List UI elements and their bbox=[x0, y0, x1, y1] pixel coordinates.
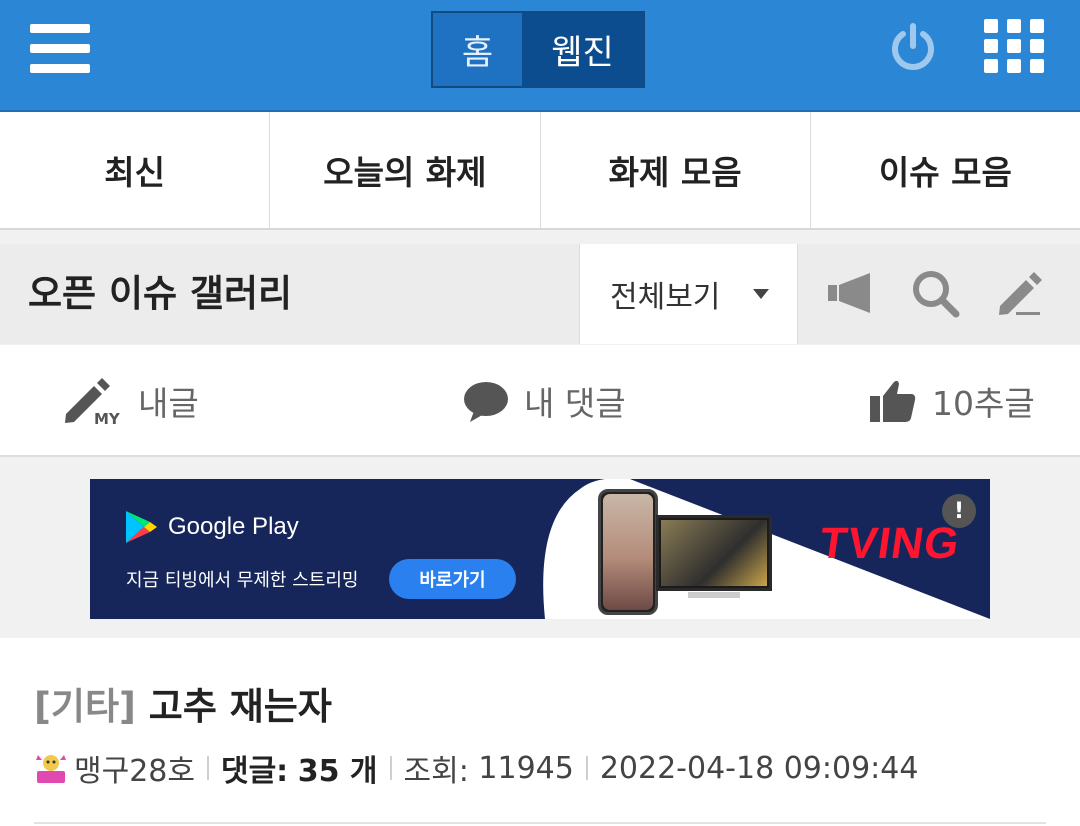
webzine-tab[interactable]: 웹진 bbox=[522, 13, 643, 86]
meta-divider bbox=[389, 756, 392, 780]
thumbs-up-icon bbox=[870, 380, 916, 422]
search-icon[interactable] bbox=[910, 268, 960, 318]
home-webzine-toggle: 홈 웹진 bbox=[431, 11, 645, 88]
ad-subtitle: 지금 티빙에서 무제한 스트리밍 bbox=[126, 570, 359, 591]
my-comments-label: 내 댓글 bbox=[524, 384, 626, 423]
google-play-icon bbox=[126, 511, 157, 543]
hamburger-menu-icon[interactable] bbox=[30, 24, 90, 74]
pencil-icon[interactable] bbox=[994, 268, 1044, 318]
post-category: [기타] bbox=[34, 685, 136, 728]
meta-divider bbox=[206, 756, 209, 780]
my-activity-row: MY 내글 내 댓글 10추글 bbox=[0, 345, 1080, 457]
ten-likes-link[interactable]: 10추글 bbox=[868, 345, 1035, 457]
tab-latest[interactable]: 최신 bbox=[0, 112, 269, 228]
post-title-text: 고추 재는자 bbox=[148, 685, 332, 728]
power-icon[interactable] bbox=[888, 22, 938, 72]
my-comments-link[interactable]: 내 댓글 bbox=[462, 345, 626, 457]
pencil-my-icon: MY bbox=[65, 378, 121, 426]
meta-divider bbox=[585, 756, 588, 780]
post-title: [기타] 고추 재는자 bbox=[34, 676, 332, 730]
tv-stand bbox=[688, 592, 740, 598]
filter-dropdown-value: 전체보기 bbox=[610, 280, 721, 315]
views-label: 조회: bbox=[403, 754, 469, 789]
gallery-title: 오픈 이슈 갤러리 bbox=[28, 272, 293, 315]
tab-today-topic[interactable]: 오늘의 화제 bbox=[269, 112, 539, 228]
megaphone-icon[interactable] bbox=[826, 268, 876, 318]
post-meta: 맹구28호 댓글: 35 개 조회: 11945 2022-04-18 09:0… bbox=[34, 746, 919, 790]
ad-cta-button[interactable]: 바로가기 bbox=[389, 559, 516, 599]
google-play-logo: Google Play bbox=[124, 509, 299, 545]
views-count: 11945 bbox=[478, 750, 574, 786]
my-posts-label: 내글 bbox=[138, 384, 199, 423]
home-tab[interactable]: 홈 bbox=[433, 13, 522, 86]
tab-issue-collection[interactable]: 이슈 모음 bbox=[809, 112, 1080, 228]
filter-dropdown[interactable]: 전체보기 bbox=[579, 244, 798, 344]
tving-logo: TVING bbox=[816, 519, 963, 568]
google-play-label: Google Play bbox=[168, 513, 299, 540]
nav-tabs: 최신 오늘의 화제 화제 모음 이슈 모음 bbox=[0, 112, 1080, 230]
my-posts-link[interactable]: MY 내글 bbox=[64, 345, 199, 457]
ad-info-icon[interactable]: ! bbox=[942, 494, 976, 528]
tv-image bbox=[656, 515, 772, 591]
post-author[interactable]: 맹구28호 bbox=[74, 746, 195, 790]
phone-image bbox=[598, 489, 658, 615]
divider bbox=[34, 822, 1046, 824]
speech-bubble-icon bbox=[464, 382, 508, 422]
comments-count[interactable]: 35 개 bbox=[298, 746, 378, 790]
tab-topic-collection[interactable]: 화제 모음 bbox=[539, 112, 810, 228]
svg-text:MY: MY bbox=[94, 410, 121, 426]
top-app-bar: 홈 웹진 bbox=[0, 0, 1080, 112]
post-datetime: 2022-04-18 09:09:44 bbox=[599, 750, 919, 786]
ten-likes-label: 10추글 bbox=[932, 384, 1035, 423]
ad-banner[interactable]: Google Play 지금 티빙에서 무제한 스트리밍 바로가기 TVING … bbox=[90, 479, 990, 619]
comments-label: 댓글: bbox=[220, 754, 289, 789]
user-level-badge-icon bbox=[36, 755, 66, 783]
apps-grid-icon[interactable] bbox=[984, 19, 1044, 73]
caret-down-icon bbox=[753, 289, 769, 299]
post-header: [기타] 고추 재는자 맹구28호 댓글: 35 개 조회: 11945 202… bbox=[0, 638, 1080, 826]
